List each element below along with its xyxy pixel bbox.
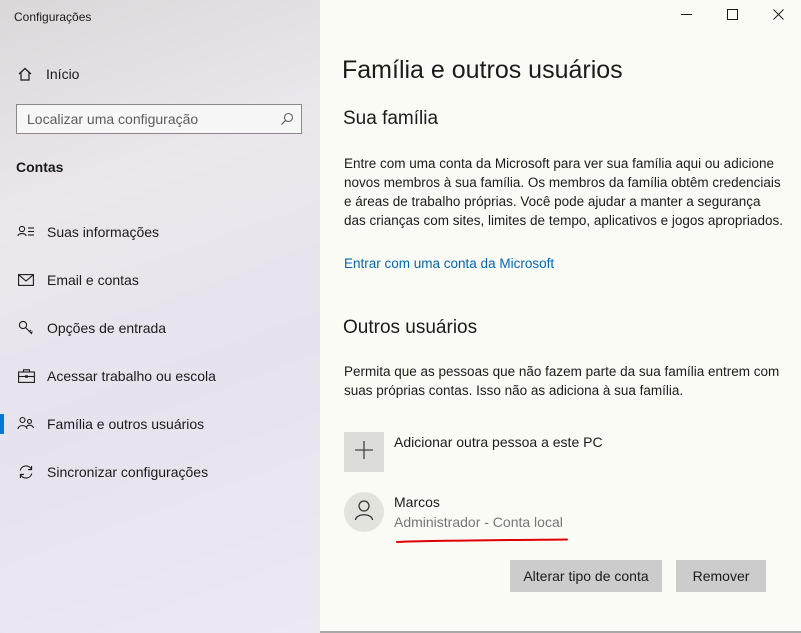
change-account-type-button[interactable]: Alterar tipo de conta <box>510 560 662 592</box>
sidebar-item-family[interactable]: Família e outros usuários <box>0 400 320 448</box>
family-description: Entre com uma conta da Microsoft para ve… <box>344 156 783 228</box>
family-icon <box>16 414 36 434</box>
person-card-icon <box>16 222 36 242</box>
mail-icon <box>16 270 36 290</box>
close-icon <box>772 7 784 25</box>
home-icon <box>16 65 34 83</box>
active-indicator <box>0 414 4 434</box>
minimize-button[interactable] <box>663 0 709 32</box>
red-underline-annotation <box>396 538 568 543</box>
page-title: Família e outros usuários <box>342 56 623 84</box>
window-controls <box>663 0 801 32</box>
sidebar-item-home[interactable]: Início <box>0 60 320 88</box>
sidebar-item-work-school[interactable]: Acessar trabalho ou escola <box>0 352 320 400</box>
sidebar-nav: Suas informações Email e contas Opções d… <box>0 208 320 496</box>
sidebar-item-email[interactable]: Email e contas <box>0 256 320 304</box>
sidebar-item-label: Suas informações <box>47 224 160 240</box>
add-tile[interactable] <box>344 432 384 472</box>
section-title: Contas <box>16 159 64 175</box>
maximize-button[interactable] <box>709 0 755 32</box>
sign-in-microsoft-link[interactable]: Entrar com uma conta da Microsoft <box>344 256 554 271</box>
add-other-person-button[interactable]: Adicionar outra pessoa a este PC <box>344 432 603 472</box>
search-icon[interactable] <box>273 112 301 126</box>
content-pane: Família e outros usuários Sua família En… <box>320 0 801 633</box>
avatar <box>344 492 384 532</box>
remove-button[interactable]: Remover <box>676 560 766 592</box>
briefcase-icon <box>16 366 36 386</box>
settings-window: Configurações Início Contas Suas informa… <box>0 0 801 633</box>
search-box[interactable] <box>16 104 302 134</box>
app-title: Configurações <box>14 10 92 24</box>
search-input[interactable] <box>17 104 273 134</box>
sidebar-item-label: Opções de entrada <box>47 320 167 336</box>
sidebar-item-label: Acessar trabalho ou escola <box>47 368 216 384</box>
sidebar-item-label: Início <box>46 66 80 82</box>
sidebar-item-your-info[interactable]: Suas informações <box>0 208 320 256</box>
family-heading: Sua família <box>343 108 439 129</box>
add-other-person-label: Adicionar outra pessoa a este PC <box>394 434 603 450</box>
user-name: Marcos <box>394 494 440 510</box>
key-icon <box>16 318 36 338</box>
close-button[interactable] <box>755 0 801 32</box>
other-users-description: Permita que as pessoas que não fazem par… <box>344 364 780 398</box>
sidebar-item-label: Família e outros usuários <box>47 416 205 432</box>
sidebar-item-sync[interactable]: Sincronizar configurações <box>0 448 320 496</box>
sidebar-item-label: Sincronizar configurações <box>47 464 209 480</box>
sync-icon <box>16 462 36 482</box>
maximize-icon <box>726 7 738 25</box>
minimize-icon <box>680 7 692 25</box>
plus-icon <box>354 440 374 465</box>
user-text: Marcos Administrador - Conta local <box>394 492 563 532</box>
user-role: Administrador - Conta local <box>394 514 563 530</box>
sidebar-item-sign-in-options[interactable]: Opções de entrada <box>0 304 320 352</box>
other-users-heading: Outros usuários <box>343 317 478 338</box>
user-icon <box>354 499 374 526</box>
sidebar-item-label: Email e contas <box>47 272 139 288</box>
sidebar: Configurações Início Contas Suas informa… <box>0 0 320 633</box>
user-item-marcos[interactable]: Marcos Administrador - Conta local <box>344 492 563 532</box>
